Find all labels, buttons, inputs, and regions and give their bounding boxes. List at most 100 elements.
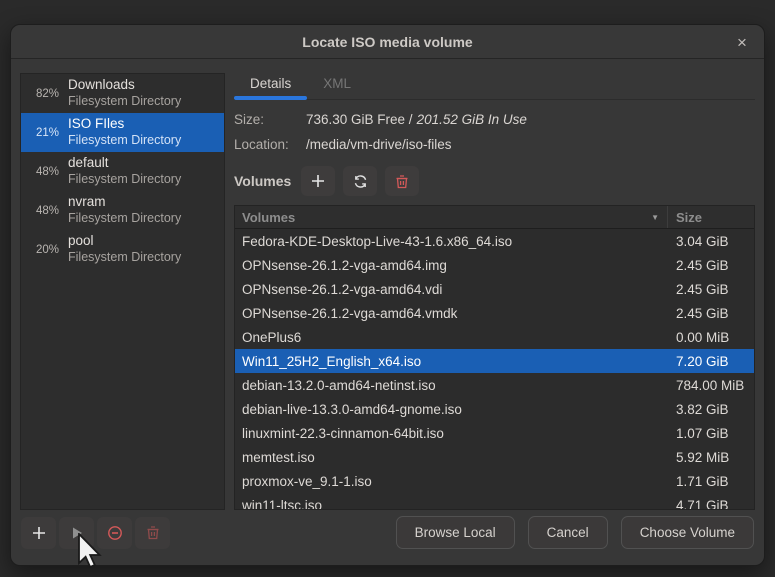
volume-size: 4.71 GiB — [668, 498, 754, 510]
volume-name: OPNsense-26.1.2-vga-amd64.vdi — [235, 282, 668, 297]
play-icon — [70, 526, 84, 540]
dialog-title: Locate ISO media volume — [302, 34, 472, 50]
dialog-content: 82% Downloads Filesystem Directory 21% I… — [11, 59, 764, 510]
volume-size: 2.45 GiB — [668, 258, 754, 273]
volume-name: OPNsense-26.1.2-vga-amd64.img — [235, 258, 668, 273]
volumes-table-body: Fedora-KDE-Desktop-Live-43-1.6.x86_64.is… — [235, 229, 754, 510]
add-volume-button[interactable] — [301, 166, 335, 196]
storage-pool-list: 82% Downloads Filesystem Directory 21% I… — [20, 73, 225, 510]
volume-row[interactable]: OPNsense-26.1.2-vga-amd64.vdi 2.45 GiB — [235, 277, 754, 301]
storage-pool-item[interactable]: 21% ISO FIles Filesystem Directory — [21, 113, 224, 152]
tab-details[interactable]: Details — [234, 73, 307, 99]
dialog-footer: Browse Local Cancel Choose Volume — [11, 510, 764, 565]
volume-name: Fedora-KDE-Desktop-Live-43-1.6.x86_64.is… — [235, 234, 668, 249]
volume-size: 5.92 MiB — [668, 450, 754, 465]
volume-row[interactable]: linuxmint-22.3-cinnamon-64bit.iso 1.07 G… — [235, 421, 754, 445]
volume-size: 2.45 GiB — [668, 306, 754, 321]
pool-usage-percent: 48% — [25, 166, 59, 178]
pool-usage-percent: 82% — [25, 88, 59, 100]
volume-row[interactable]: debian-live-13.3.0-amd64-gnome.iso 3.82 … — [235, 397, 754, 421]
volume-row[interactable]: debian-13.2.0-amd64-netinst.iso 784.00 M… — [235, 373, 754, 397]
refresh-volumes-button[interactable] — [343, 166, 377, 196]
volume-size: 1.07 GiB — [668, 426, 754, 441]
desktop-background: Locate ISO media volume × 82% Downloads … — [0, 0, 775, 577]
location-value: /media/vm-drive/iso-files — [306, 136, 452, 154]
sort-descending-icon[interactable]: ▼ — [651, 213, 659, 222]
size-used: 201.52 GiB In Use — [417, 112, 527, 127]
volume-row[interactable]: proxmox-ve_9.1-1.iso 1.71 GiB — [235, 469, 754, 493]
pool-usage-percent: 21% — [25, 127, 59, 139]
volume-size: 3.04 GiB — [668, 234, 754, 249]
volume-size: 7.20 GiB — [668, 354, 754, 369]
storage-pool-item[interactable]: 82% Downloads Filesystem Directory — [21, 74, 224, 113]
column-header-size[interactable]: Size — [668, 210, 754, 225]
volume-name: proxmox-ve_9.1-1.iso — [235, 474, 668, 489]
volume-size: 1.71 GiB — [668, 474, 754, 489]
volume-size: 3.82 GiB — [668, 402, 754, 417]
refresh-icon — [353, 174, 368, 189]
tab-xml[interactable]: XML — [307, 73, 367, 99]
pool-name: nvram — [68, 194, 181, 211]
trash-icon — [395, 174, 409, 189]
delete-volume-button[interactable] — [385, 166, 419, 196]
storage-pool-item[interactable]: 20% pool Filesystem Directory — [21, 230, 224, 269]
start-pool-button[interactable] — [59, 517, 94, 549]
volume-row[interactable]: memtest.iso 5.92 MiB — [235, 445, 754, 469]
volume-name: OnePlus6 — [235, 330, 668, 345]
pool-details-panel: Details XML Size: 736.30 GiB Free / 201.5… — [234, 73, 755, 510]
size-value: 736.30 GiB Free / 201.52 GiB In Use — [306, 111, 527, 129]
locate-iso-dialog: Locate ISO media volume × 82% Downloads … — [10, 24, 765, 566]
storage-pool-item[interactable]: 48% nvram Filesystem Directory — [21, 191, 224, 230]
pool-usage-percent: 20% — [25, 244, 59, 256]
volumes-toolbar: Volumes — [234, 166, 755, 196]
delete-pool-button[interactable] — [135, 517, 170, 549]
browse-local-button[interactable]: Browse Local — [396, 516, 515, 549]
close-icon[interactable]: × — [730, 30, 754, 54]
volume-name: win11-ltsc.iso — [235, 498, 668, 510]
pool-type: Filesystem Directory — [68, 172, 181, 188]
volume-row[interactable]: win11-ltsc.iso 4.71 GiB — [235, 493, 754, 510]
pool-name: ISO FIles — [68, 116, 181, 133]
pool-type: Filesystem Directory — [68, 133, 181, 149]
add-pool-button[interactable] — [21, 517, 56, 549]
size-free: 736.30 GiB Free / — [306, 112, 413, 127]
volume-name: debian-13.2.0-amd64-netinst.iso — [235, 378, 668, 393]
size-row: Size: 736.30 GiB Free / 201.52 GiB In Use — [234, 111, 755, 129]
pool-name: Downloads — [68, 77, 181, 94]
location-label: Location: — [234, 136, 306, 154]
choose-volume-button[interactable]: Choose Volume — [621, 516, 754, 549]
volumes-table-header[interactable]: Volumes ▼ Size — [235, 206, 754, 229]
volume-name: OPNsense-26.1.2-vga-amd64.vmdk — [235, 306, 668, 321]
volume-row[interactable]: OnePlus6 0.00 MiB — [235, 325, 754, 349]
volumes-table: Volumes ▼ Size Fedora-KDE-Desktop-Live-4… — [234, 205, 755, 510]
volume-size: 784.00 MiB — [668, 378, 754, 393]
cancel-button[interactable]: Cancel — [528, 516, 608, 549]
location-row: Location: /media/vm-drive/iso-files — [234, 136, 755, 154]
volume-size: 0.00 MiB — [668, 330, 754, 345]
volume-row[interactable]: Fedora-KDE-Desktop-Live-43-1.6.x86_64.is… — [235, 229, 754, 253]
column-header-volumes[interactable]: Volumes ▼ — [235, 206, 668, 228]
plus-icon — [32, 526, 46, 540]
volume-row[interactable]: OPNsense-26.1.2-vga-amd64.img 2.45 GiB — [235, 253, 754, 277]
size-label: Size: — [234, 111, 306, 129]
volume-name: linuxmint-22.3-cinnamon-64bit.iso — [235, 426, 668, 441]
pool-name: pool — [68, 233, 181, 250]
pool-usage-percent: 48% — [25, 205, 59, 217]
pool-type: Filesystem Directory — [68, 250, 181, 266]
volume-row[interactable]: Win11_25H2_English_x64.iso 7.20 GiB — [235, 349, 754, 373]
volume-row[interactable]: OPNsense-26.1.2-vga-amd64.vmdk 2.45 GiB — [235, 301, 754, 325]
volume-name: Win11_25H2_English_x64.iso — [235, 354, 668, 369]
plus-icon — [311, 174, 325, 188]
volume-name: debian-live-13.3.0-amd64-gnome.iso — [235, 402, 668, 417]
volumes-section-title: Volumes — [234, 173, 291, 189]
trash-icon — [146, 525, 160, 540]
pool-action-buttons — [21, 517, 170, 549]
volume-name: memtest.iso — [235, 450, 668, 465]
titlebar[interactable]: Locate ISO media volume × — [11, 25, 764, 59]
storage-pool-item[interactable]: 48% default Filesystem Directory — [21, 152, 224, 191]
pool-type: Filesystem Directory — [68, 94, 181, 110]
volume-size: 2.45 GiB — [668, 282, 754, 297]
stop-pool-button[interactable] — [97, 517, 132, 549]
tab-bar: Details XML — [234, 73, 755, 100]
pool-type: Filesystem Directory — [68, 211, 181, 227]
